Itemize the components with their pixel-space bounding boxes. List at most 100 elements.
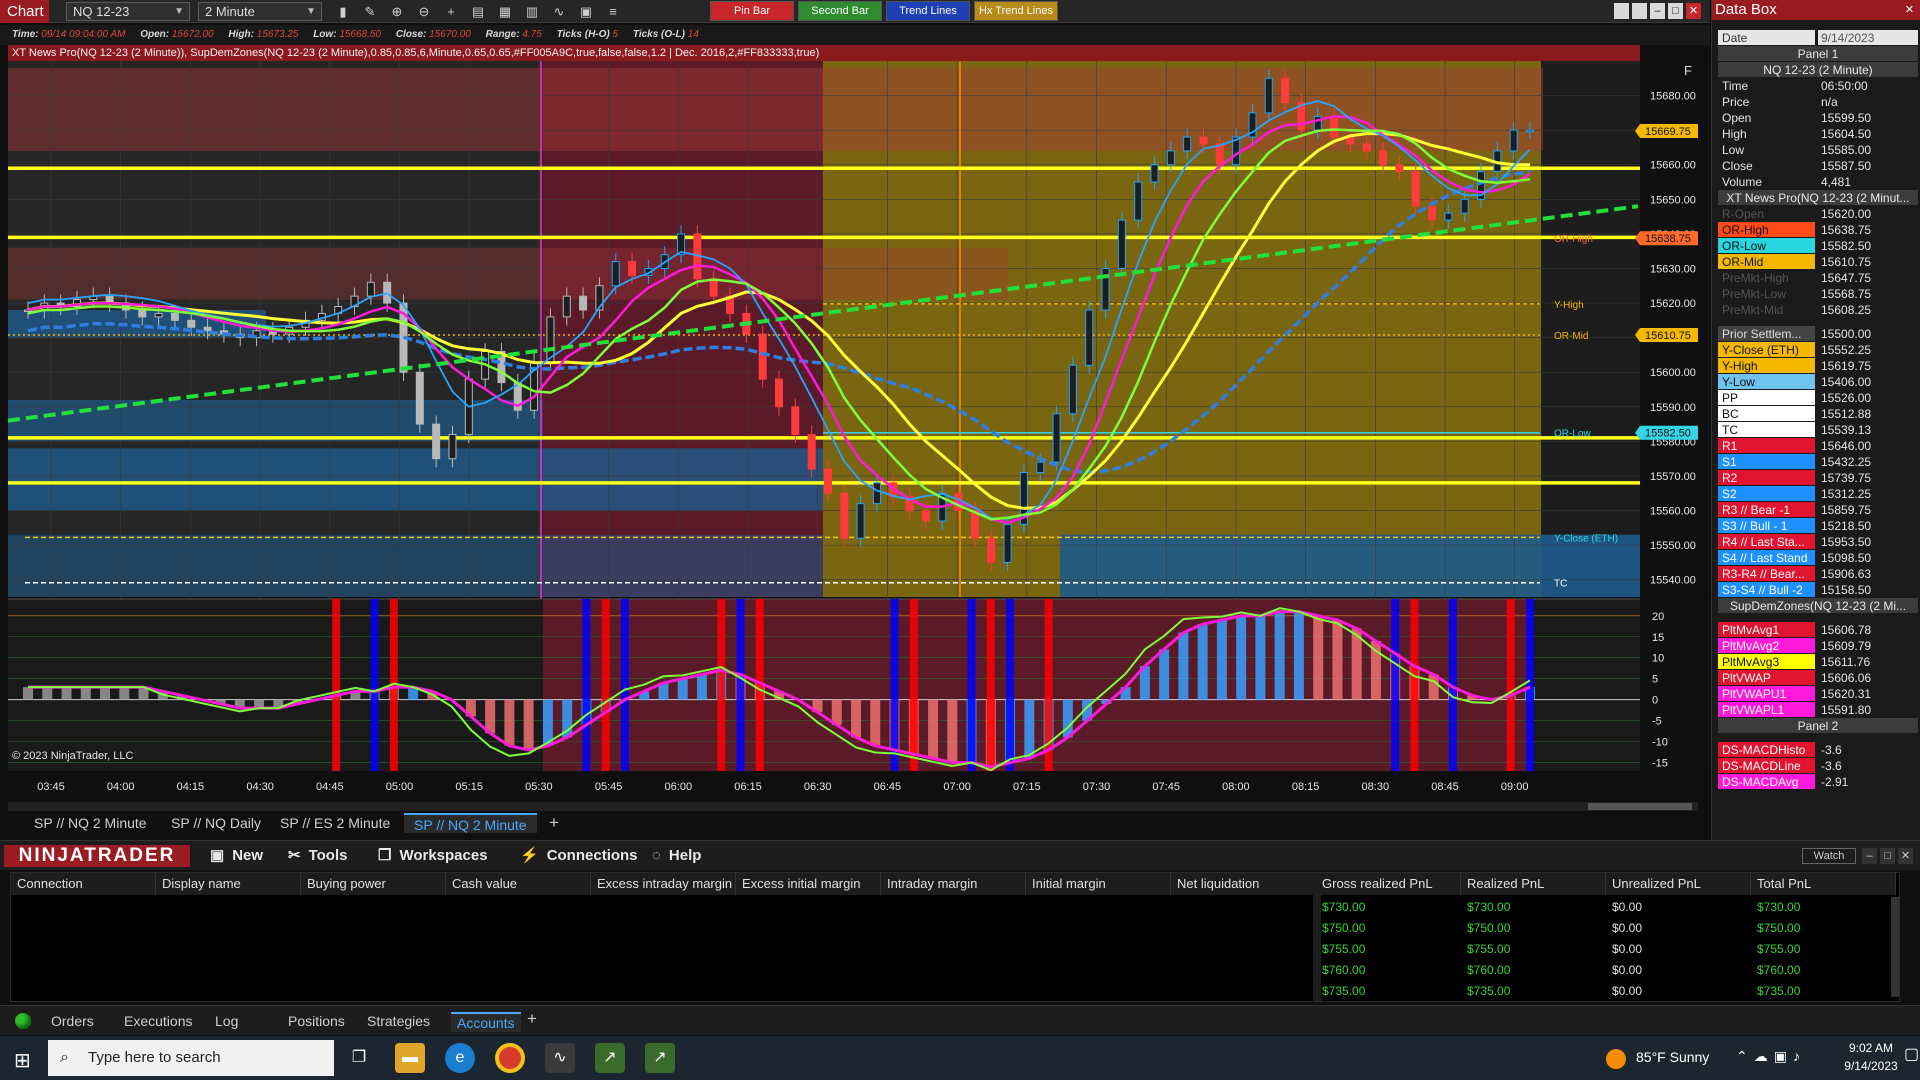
bottom-tab-positions[interactable]: Positions (288, 1012, 345, 1030)
bottom-tab-accounts[interactable]: Accounts (451, 1012, 521, 1032)
pnl-cell: $760.00 (1757, 963, 1801, 977)
signal-bar (1006, 599, 1015, 771)
system-tray-icons[interactable]: ⌃☁▣♪ (1736, 1048, 1806, 1065)
bottom-tab-strategies[interactable]: Strategies (367, 1012, 430, 1030)
close-icon[interactable]: ✕ (1902, 2, 1917, 18)
app-icon[interactable]: ↗ (645, 1043, 675, 1073)
file-explorer-icon[interactable]: ▬ (395, 1043, 425, 1073)
column-header[interactable]: Realized PnL (1461, 873, 1606, 895)
add-tab-button[interactable]: + (527, 1010, 537, 1028)
column-header[interactable]: Intraday margin (881, 873, 1026, 895)
chrome-browser-icon[interactable] (495, 1043, 525, 1073)
templates-icon[interactable]: ▦ (495, 2, 515, 21)
windows-start-icon[interactable]: ⊞ (14, 1048, 31, 1073)
databox-value: 15552.25 (1821, 343, 1872, 357)
vertical-scrollbar[interactable] (1891, 897, 1899, 997)
macd-histogram-bar (100, 687, 111, 700)
watch-button[interactable]: Watch (1802, 848, 1856, 864)
column-header[interactable]: Connection (11, 873, 156, 895)
menu-help[interactable]: ◌ Help (652, 846, 701, 866)
column-header[interactable]: Excess intraday margin (591, 873, 736, 895)
candle (187, 319, 196, 328)
macd-histogram-bar (696, 674, 707, 700)
macd-histogram-bar (1293, 611, 1304, 700)
properties-icon[interactable]: ▤ (468, 2, 488, 21)
candle (1183, 136, 1192, 152)
crosshair-icon[interactable]: + (441, 2, 461, 21)
add-tab-button[interactable]: + (549, 813, 559, 833)
bottom-tab-orders[interactable]: Orders (51, 1012, 94, 1030)
tile-window-icon[interactable] (1632, 3, 1647, 19)
second-bar-button[interactable]: Second Bar (798, 1, 882, 21)
chevron-down-icon: ▼ (306, 6, 316, 17)
column-header[interactable]: Net liquidation (1171, 873, 1316, 895)
candle (432, 423, 441, 460)
taskbar-search[interactable]: ⌕ Type here to search (48, 1040, 334, 1076)
column-header[interactable]: Gross realized PnL (1316, 873, 1461, 895)
menu-connections[interactable]: ⚡ Connections (520, 846, 638, 866)
bar-type-icon[interactable]: ▮ (333, 2, 353, 21)
maximize-icon[interactable]: □ (1668, 3, 1683, 19)
menu-new[interactable]: ▣ New (210, 846, 263, 866)
edge-browser-icon[interactable]: e (445, 1043, 475, 1073)
pin-bar-button[interactable]: Pin Bar (710, 1, 794, 21)
databox-section: NQ 12-23 (2 Minute) (1718, 62, 1918, 77)
databox-value: 15587.50 (1821, 159, 1872, 173)
task-view-icon[interactable]: ❐ (344, 1043, 374, 1073)
close-icon[interactable]: ✕ (1686, 3, 1701, 19)
column-header[interactable]: Buying power (301, 873, 446, 895)
price-chart[interactable]: OR-High Y-High OR-Mid OR-Low Y-Close (ETH) TC… (0, 45, 1710, 815)
app-icon[interactable]: ↗ (595, 1043, 625, 1073)
databox-value: n/a (1821, 95, 1838, 109)
strategies-icon[interactable]: ▣ (576, 2, 596, 21)
draw-tool-icon[interactable]: ✎ (360, 2, 380, 21)
menu-workspaces[interactable]: ❐ Workspaces (378, 846, 488, 866)
bottom-tab-executions[interactable]: Executions (124, 1012, 192, 1030)
close-icon[interactable]: ✕ (1898, 848, 1913, 864)
column-header[interactable]: Unrealized PnL (1606, 873, 1751, 895)
menu-tools[interactable]: ✂ Tools (288, 846, 347, 866)
minimize-icon[interactable]: – (1862, 848, 1877, 864)
chart-tab[interactable]: SP // ES 2 Minute (280, 813, 390, 833)
databox-value: -2.91 (1821, 775, 1849, 789)
price-tick-label: 15660.00 (1650, 160, 1696, 172)
notifications-icon[interactable]: ▢ (1904, 1044, 1919, 1064)
horizontal-scrollbar[interactable] (8, 802, 1698, 811)
data-series-icon[interactable]: ▥ (522, 2, 542, 21)
time-tick-label: 06:00 (665, 781, 693, 793)
pin-window-icon[interactable] (1614, 3, 1629, 19)
databox-key: PltVWAP (1718, 670, 1815, 685)
chart-tab-active[interactable]: SP // NQ 2 Minute (404, 813, 537, 833)
maximize-icon[interactable]: □ (1880, 848, 1895, 864)
timeframe-selector[interactable]: 2 Minute ▼ (198, 2, 322, 21)
databox-row: PP 15526.00 (1712, 390, 1920, 406)
zoom-in-icon[interactable]: ⊕ (387, 2, 407, 21)
list-icon[interactable]: ≡ (603, 2, 623, 21)
instrument-selector[interactable]: NQ 12-23 ▼ (66, 2, 190, 21)
time-value: 09/14 09:04:00 AM (41, 29, 126, 40)
signal-bar (601, 599, 610, 771)
column-header[interactable]: Display name (156, 873, 301, 895)
databox-date-row: Date 9/14/2023 (1712, 30, 1920, 46)
column-header[interactable]: Total PnL (1751, 873, 1896, 895)
trend-lines-button[interactable]: Trend Lines (886, 1, 970, 21)
time-tick-label: 06:15 (734, 781, 762, 793)
indicators-icon[interactable]: ∿ (549, 2, 569, 21)
chart-tab[interactable]: SP // NQ 2 Minute (34, 813, 147, 833)
hx-trend-lines-button[interactable]: Hx Trend Lines (974, 1, 1058, 21)
chart-tab[interactable]: SP // NQ Daily (171, 813, 261, 833)
candle (1166, 150, 1175, 166)
databox-key: S1 (1718, 454, 1815, 469)
ninjatrader-app-icon[interactable]: ∿ (545, 1043, 575, 1073)
zoom-out-icon[interactable]: ⊖ (414, 2, 434, 21)
minimize-icon[interactable]: – (1650, 3, 1665, 19)
column-header[interactable]: Cash value (446, 873, 591, 895)
tools-icon: ✂ (288, 847, 301, 864)
databox-key: R3 // Bear -1 (1718, 502, 1815, 517)
pnl-cell: $750.00 (1467, 921, 1511, 935)
bottom-tab-log[interactable]: Log (215, 1012, 238, 1030)
scrollbar-thumb[interactable] (1588, 803, 1692, 810)
databox-row: PltVWAP 15606.06 (1712, 670, 1920, 686)
column-header[interactable]: Excess initial margin (736, 873, 881, 895)
column-header[interactable]: Initial margin (1026, 873, 1171, 895)
